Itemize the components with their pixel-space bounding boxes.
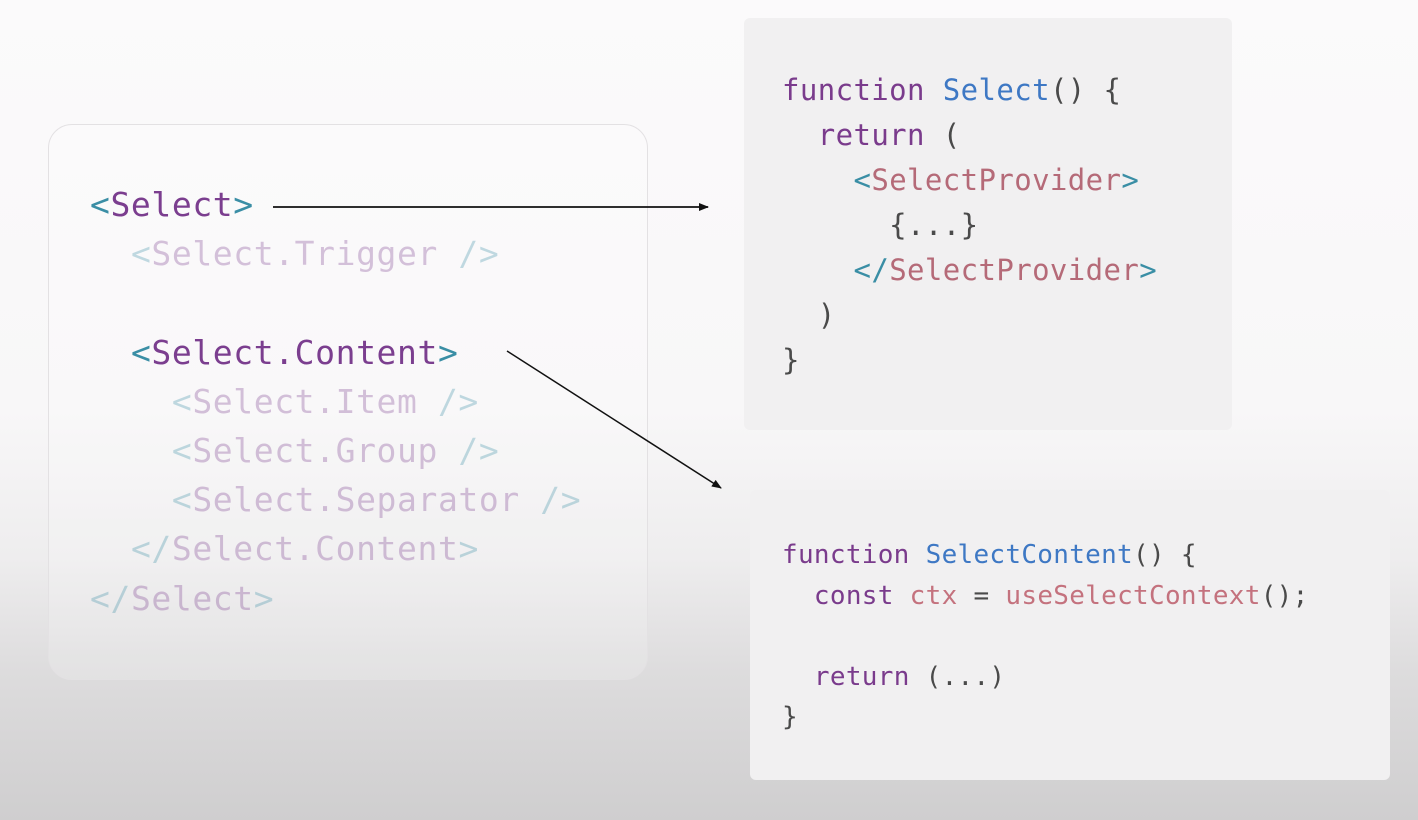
select-group-tag: <Select.Group /> [171, 431, 500, 471]
select-content-open-tag: <Select.Content> [130, 332, 459, 372]
code-line: function SelectContent() { [782, 540, 1197, 570]
select-item-tag: <Select.Item /> [171, 381, 479, 421]
code-line: return ( [817, 118, 961, 152]
select-function-code: function Select() { return ( <SelectProv… [782, 68, 1157, 383]
code-line: const ctx = useSelectContext(); [813, 580, 1309, 611]
code-line: } [782, 702, 798, 732]
select-close-tag: </Select> [90, 578, 275, 618]
code-line: </SelectProvider> [853, 253, 1158, 287]
jsx-structure-code: <Select> <Select.Trigger /> <Select.Cont… [90, 180, 581, 623]
code-line: <SelectProvider> [853, 163, 1140, 197]
code-line: {...} [889, 208, 979, 242]
code-line: ) [817, 298, 836, 332]
select-separator-tag: <Select.Separator /> [171, 480, 582, 520]
select-content-close-tag: </Select.Content> [130, 529, 479, 569]
code-line: } [782, 343, 800, 377]
select-trigger-tag: <Select.Trigger /> [130, 234, 500, 274]
code-line: return (...) [813, 661, 1006, 692]
select-open-tag: <Select> [90, 185, 254, 224]
code-line: function Select() { [782, 73, 1122, 107]
select-content-function-code: function SelectContent() { const ctx = u… [782, 535, 1309, 738]
